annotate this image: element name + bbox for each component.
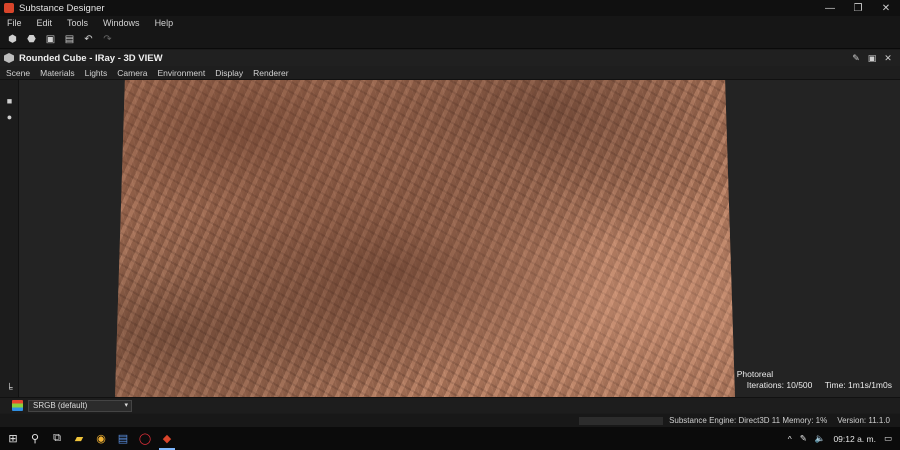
view-menu-materials[interactable]: Materials	[40, 68, 74, 78]
engine-status: Substance Engine: Direct3D 11 Memory: 1%	[669, 416, 828, 425]
scene-tree-icon[interactable]: ╘	[4, 382, 15, 393]
minimize-button[interactable]: —	[816, 0, 844, 16]
left-tool-strip: ■ ● ╘	[0, 80, 19, 397]
view-menu-camera[interactable]: Camera	[117, 68, 147, 78]
rock-material-render	[115, 80, 735, 397]
version-label: Version: 11.1.0	[837, 416, 890, 425]
windows-taskbar: ⊞ ⚲ ⧉ ▰ ◉ ▤ ◯ ◆ ^ ✎ 🔈 09:12 a. m. ▭	[0, 427, 900, 450]
colorspace-value: SRGB (default)	[33, 401, 88, 410]
restore-button[interactable]: ❐	[844, 0, 872, 16]
undo-icon[interactable]: ↶	[82, 34, 95, 45]
word-icon[interactable]: ▤	[112, 427, 134, 450]
search-icon[interactable]: ⚲	[24, 427, 46, 450]
menu-edit[interactable]: Edit	[37, 18, 53, 28]
open-icon[interactable]: ⬣	[25, 34, 38, 45]
app-title: Substance Designer	[19, 2, 105, 14]
cube-icon	[4, 53, 14, 63]
new-package-icon[interactable]: ⬢	[6, 34, 19, 45]
view-menu-renderer[interactable]: Renderer	[253, 68, 288, 78]
pin-icon[interactable]: ✎	[850, 52, 862, 64]
render-time-label: Time: 1m1s/1m0s	[824, 380, 892, 390]
substance-designer-taskbar-icon[interactable]: ◆	[156, 427, 178, 450]
volume-icon[interactable]: 🔈	[815, 433, 826, 444]
progress-bar	[579, 416, 664, 425]
iterations-label: Iterations: 10/500	[746, 380, 813, 390]
panel-title: Rounded Cube - IRay - 3D VIEW	[19, 52, 163, 64]
system-tray: ^ ✎ 🔈 09:12 a. m. ▭	[788, 427, 900, 450]
notification-icon[interactable]: ▭	[884, 433, 892, 444]
window-titlebar: Substance Designer — ❐ ✕	[0, 0, 900, 16]
camera-icon[interactable]: ■	[4, 95, 15, 106]
save-icon[interactable]: ▣	[44, 34, 57, 45]
view-menu-lights[interactable]: Lights	[85, 68, 108, 78]
view-menu-environment[interactable]: Environment	[158, 68, 206, 78]
view-menu-scene[interactable]: Scene	[6, 68, 30, 78]
viewport-bottom-bar: SRGB (default) ▾	[0, 397, 900, 413]
chrome-icon[interactable]: ◉	[90, 427, 112, 450]
float-icon[interactable]: ▣	[866, 52, 878, 64]
substance-designer-logo-icon	[4, 3, 14, 13]
clock[interactable]: 09:12 a. m.	[833, 434, 876, 444]
start-icon[interactable]: ⊞	[2, 427, 24, 450]
layers-icon[interactable]	[12, 400, 23, 411]
render-stats-overlay: Photoreal Iterations: 10/500 Time: 1m1s/…	[737, 369, 892, 391]
opera-icon[interactable]: ◯	[134, 427, 156, 450]
menu-tools[interactable]: Tools	[67, 18, 88, 28]
main-toolbar: ⬢ ⬣ ▣ ▤ ↶ ↷	[0, 30, 900, 49]
status-bar: Substance Engine: Direct3D 11 Memory: 1%…	[0, 414, 900, 427]
view-menu-display[interactable]: Display	[215, 68, 243, 78]
render-mode-label: Photoreal	[736, 369, 774, 379]
tray-chevron-icon[interactable]: ^	[788, 434, 792, 444]
menu-bar: File Edit Tools Windows Help	[0, 16, 900, 30]
redo-icon[interactable]: ↷	[101, 34, 114, 45]
panel-header: Rounded Cube - IRay - 3D VIEW ✎ ▣ ✕	[0, 50, 900, 66]
3d-viewport[interactable]: Photoreal Iterations: 10/500 Time: 1m1s/…	[19, 80, 900, 397]
colorspace-select[interactable]: SRGB (default) ▾	[28, 399, 132, 412]
view-menu-bar: Scene Materials Lights Camera Environmen…	[0, 66, 900, 80]
close-icon[interactable]: ✕	[882, 52, 894, 64]
menu-file[interactable]: File	[7, 18, 22, 28]
task-view-icon[interactable]: ⧉	[46, 427, 68, 450]
menu-windows[interactable]: Windows	[103, 18, 140, 28]
save-all-icon[interactable]: ▤	[63, 34, 76, 45]
pen-icon[interactable]: ✎	[800, 433, 807, 444]
light-icon[interactable]: ●	[4, 111, 15, 122]
menu-help[interactable]: Help	[155, 18, 174, 28]
file-explorer-icon[interactable]: ▰	[68, 427, 90, 450]
close-window-button[interactable]: ✕	[872, 0, 900, 16]
chevron-down-icon: ▾	[124, 401, 128, 409]
